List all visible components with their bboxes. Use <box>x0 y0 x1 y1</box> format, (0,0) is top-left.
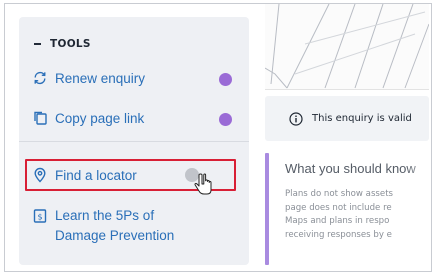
learn-5ps-line2: Damage Prevention <box>55 228 175 243</box>
collapse-icon[interactable] <box>34 43 41 45</box>
section-title: What you should know <box>285 161 416 176</box>
edge-fade <box>406 153 430 265</box>
info-icon <box>289 111 303 126</box>
section-line: Plans do not show assets <box>285 189 394 199</box>
tools-header-label: TOOLS <box>50 38 91 50</box>
validity-notice: This enquiry is valid <box>265 96 429 141</box>
renew-enquiry-link[interactable]: Renew enquiry <box>32 70 145 86</box>
section-line: page does not include re <box>285 202 392 213</box>
document-dollar-icon: $ <box>32 208 48 224</box>
section-accent-bar <box>265 153 269 265</box>
learn-5ps-link[interactable]: $ Learn the 5Ps of Damage Prevention <box>32 206 174 246</box>
hand-cursor-icon <box>183 166 217 196</box>
copy-link-icon <box>32 110 48 126</box>
tools-header[interactable]: TOOLS <box>34 38 91 50</box>
premium-badge-icon <box>219 73 232 86</box>
find-a-locator-link[interactable]: Find a locator <box>32 167 137 183</box>
learn-5ps-text: Learn the 5Ps of Damage Prevention <box>55 206 174 246</box>
find-a-locator-label: Find a locator <box>55 167 137 183</box>
validity-notice-text: This enquiry is valid <box>312 113 412 124</box>
section-line: receiving responses by e <box>285 229 392 240</box>
learn-5ps-line1: Learn the 5Ps of <box>55 208 155 223</box>
tools-panel: TOOLS Renew enquiry Copy page link Find … <box>19 17 249 265</box>
copy-page-link[interactable]: Copy page link <box>32 110 144 126</box>
divider <box>19 141 249 142</box>
renew-enquiry-label: Renew enquiry <box>55 70 146 86</box>
location-pin-icon <box>32 167 48 183</box>
copy-page-link-label: Copy page link <box>55 110 145 126</box>
section-body: Plans do not show assets page does not i… <box>285 188 393 242</box>
renew-icon <box>32 70 48 86</box>
svg-text:$: $ <box>37 213 42 222</box>
map-preview[interactable] <box>265 4 429 90</box>
premium-badge-icon <box>219 113 232 126</box>
section-line: Maps and plans in respo <box>285 216 390 226</box>
